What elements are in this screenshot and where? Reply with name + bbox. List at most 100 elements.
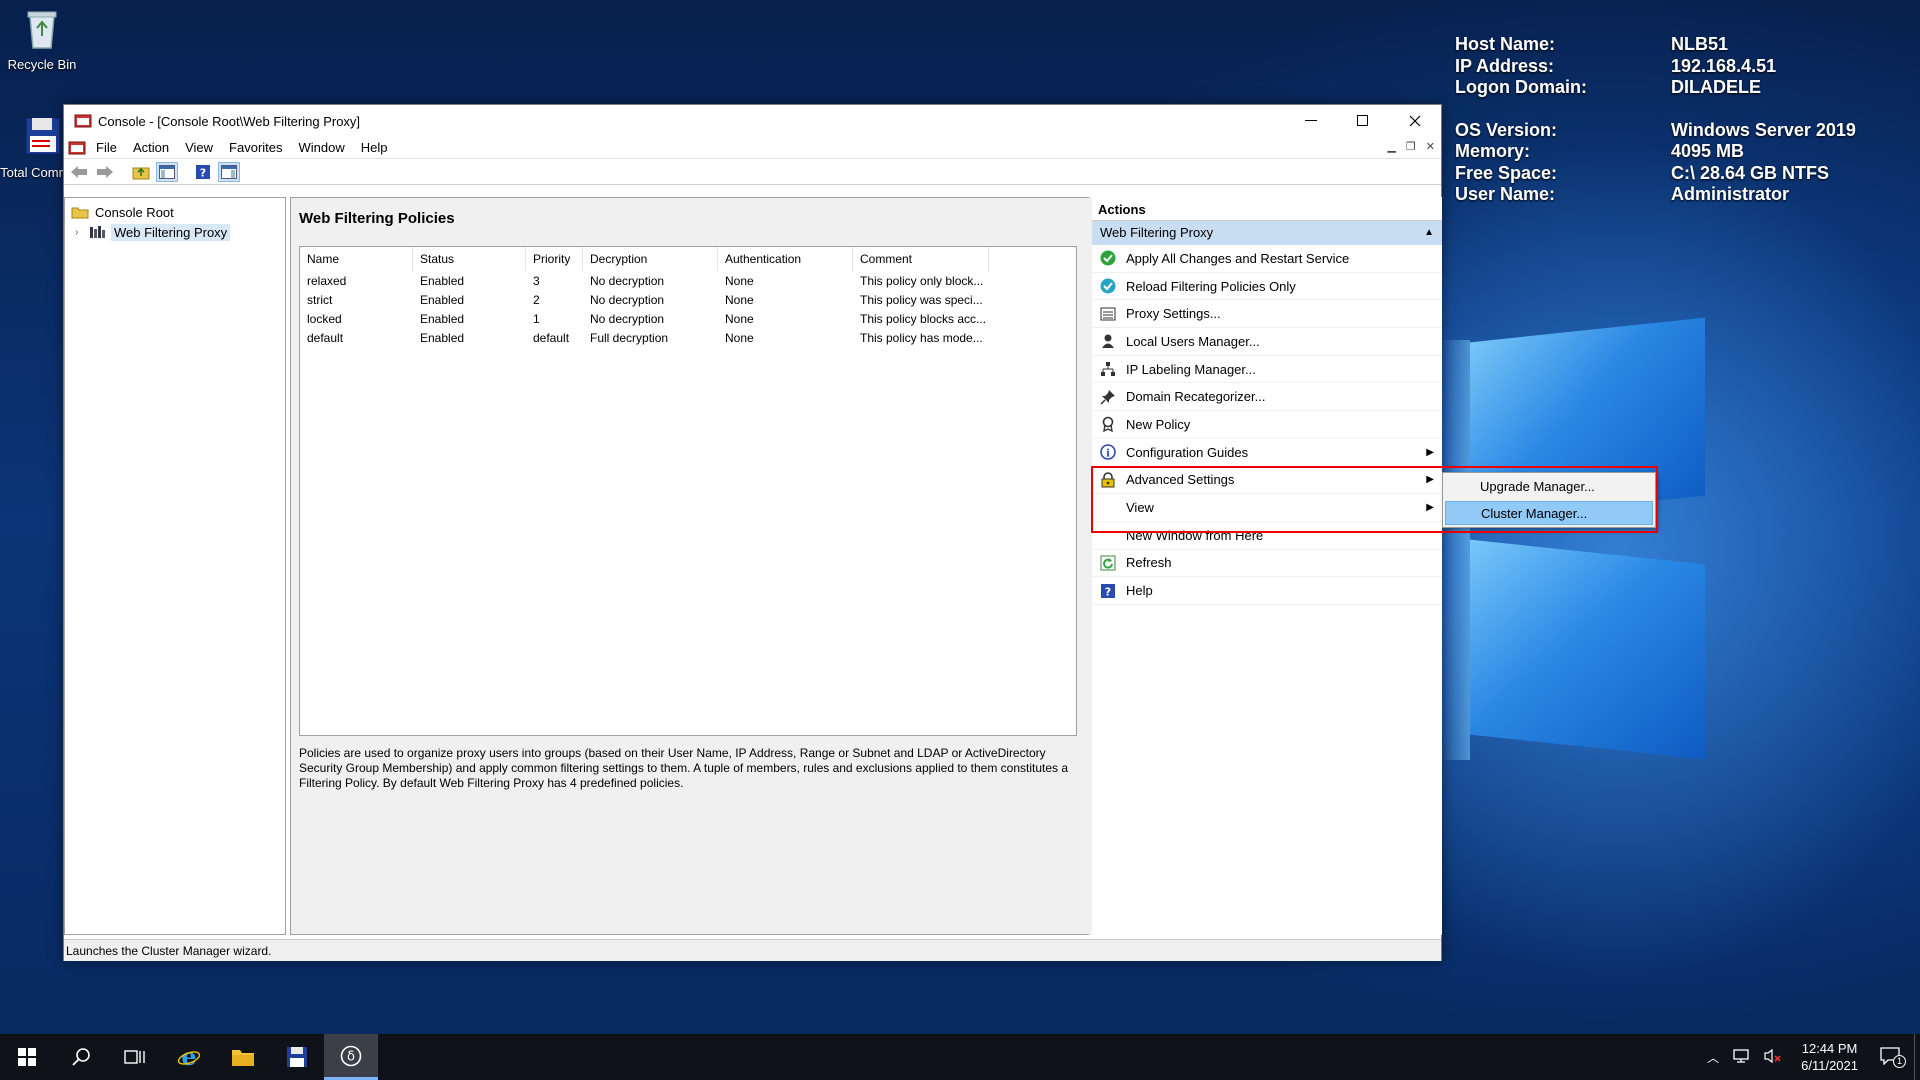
tree-node-web-filtering-proxy[interactable]: › Web Filtering Proxy bbox=[65, 222, 285, 242]
svg-text:e: e bbox=[181, 1045, 196, 1069]
action-reload-policies[interactable]: Reload Filtering Policies Only bbox=[1092, 273, 1442, 301]
menu-favorites[interactable]: Favorites bbox=[221, 140, 290, 155]
actions-pane: Actions Web Filtering Proxy ▲ Apply All … bbox=[1089, 197, 1442, 935]
window-title: Console - [Console Root\Web Filtering Pr… bbox=[98, 113, 361, 129]
menu-bar: File Action View Favorites Window Help ▁… bbox=[64, 137, 1441, 159]
delta-circle-icon: δ bbox=[340, 1045, 362, 1066]
table-row[interactable]: strict Enabled 2 No decryption None This… bbox=[300, 290, 1076, 309]
back-button[interactable] bbox=[68, 162, 90, 182]
result-pane: Web Filtering Policies Name Status Prior… bbox=[290, 197, 1090, 935]
floppy-disk-icon bbox=[25, 117, 61, 155]
svg-text:?: ? bbox=[200, 166, 206, 179]
action-advanced-settings[interactable]: Advanced Settings ▶ bbox=[1092, 467, 1442, 495]
sysinfo-row: Host Name: NLB51 bbox=[1455, 34, 1729, 54]
search-icon bbox=[72, 1048, 90, 1066]
menu-window[interactable]: Window bbox=[291, 140, 353, 155]
menu-help[interactable]: Help bbox=[353, 140, 396, 155]
table-row[interactable]: default Enabled default Full decryption … bbox=[300, 328, 1076, 347]
policies-list[interactable]: Name Status Priority Decryption Authenti… bbox=[299, 246, 1077, 736]
collapse-caret-icon[interactable]: ▲ bbox=[1424, 221, 1434, 245]
action-proxy-settings[interactable]: Proxy Settings... bbox=[1092, 300, 1442, 329]
show-hide-action-pane-button[interactable] bbox=[218, 161, 240, 182]
network-tray-icon[interactable] bbox=[1727, 1048, 1757, 1067]
bginfo-panel: Host Name: NLB51 IP Address: 192.168.4.51 … bbox=[1455, 34, 1856, 206]
console-menu-icon[interactable] bbox=[68, 140, 86, 156]
column-header-comment[interactable]: Comment bbox=[853, 247, 989, 271]
start-button[interactable] bbox=[0, 1034, 54, 1080]
tree-node-console-root[interactable]: Console Root bbox=[65, 202, 285, 222]
action-configuration-guides[interactable]: i Configuration Guides ▶ bbox=[1092, 439, 1442, 467]
action-new-window-from-here[interactable]: New Window from Here bbox=[1092, 522, 1442, 550]
submenu-arrow-icon: ▶ bbox=[1426, 502, 1434, 514]
table-row[interactable]: locked Enabled 1 No decryption None This… bbox=[300, 309, 1076, 328]
maximize-icon bbox=[1357, 115, 1368, 126]
action-new-policy[interactable]: New Policy bbox=[1092, 411, 1442, 439]
windows-logo-icon bbox=[18, 1048, 36, 1066]
menu-item-cluster-manager[interactable]: Cluster Manager... bbox=[1445, 501, 1653, 525]
column-header-priority[interactable]: Priority bbox=[526, 247, 583, 271]
desktop-icon-recycle-bin[interactable]: Recycle Bin bbox=[0, 6, 84, 72]
close-button[interactable] bbox=[1389, 105, 1441, 137]
svg-text:δ: δ bbox=[347, 1049, 355, 1064]
maximize-button[interactable] bbox=[1337, 105, 1389, 137]
actions-section-web-filtering-proxy[interactable]: Web Filtering Proxy ▲ bbox=[1092, 221, 1442, 245]
internet-explorer-icon: e bbox=[177, 1045, 201, 1069]
submenu-arrow-icon: ▶ bbox=[1426, 474, 1434, 486]
column-header-status[interactable]: Status bbox=[413, 247, 526, 271]
menu-item-upgrade-manager[interactable]: Upgrade Manager... bbox=[1445, 475, 1653, 499]
floppy-disk-icon bbox=[287, 1047, 307, 1067]
column-header-authentication[interactable]: Authentication bbox=[718, 247, 853, 271]
actions-header: Actions bbox=[1092, 199, 1442, 221]
forward-button[interactable] bbox=[94, 162, 116, 182]
action-help[interactable]: ? Help bbox=[1092, 577, 1442, 605]
list-header: Name Status Priority Decryption Authenti… bbox=[300, 247, 1076, 271]
taskbar-internet-explorer[interactable]: e bbox=[162, 1034, 216, 1080]
taskbar-file-explorer[interactable] bbox=[216, 1034, 270, 1080]
column-header-decryption[interactable]: Decryption bbox=[583, 247, 718, 271]
show-desktop-button[interactable] bbox=[1914, 1034, 1920, 1080]
help-icon: ? bbox=[1098, 582, 1118, 600]
menu-file[interactable]: File bbox=[88, 140, 125, 155]
network-icon bbox=[1098, 360, 1118, 378]
mdi-minimize-icon[interactable]: ▁ bbox=[1387, 140, 1395, 153]
submenu-arrow-icon: ▶ bbox=[1426, 446, 1434, 458]
taskbar-total-commander[interactable] bbox=[270, 1034, 324, 1080]
action-refresh[interactable]: Refresh bbox=[1092, 550, 1442, 578]
tree-expand-icon[interactable]: › bbox=[75, 227, 89, 238]
console-tree-icon bbox=[159, 164, 175, 179]
column-header-name[interactable]: Name bbox=[300, 247, 413, 271]
task-view-button[interactable] bbox=[108, 1034, 162, 1080]
taskbar-clock[interactable]: 12:44 PM 6/11/2021 bbox=[1789, 1040, 1870, 1074]
reload-icon bbox=[1098, 277, 1118, 295]
sysinfo-row: OS Version: Windows Server 2019 bbox=[1455, 119, 1856, 140]
sysinfo-row: User Name: Administrator bbox=[1455, 184, 1790, 204]
mdi-restore-icon[interactable]: ❐ bbox=[1406, 140, 1416, 153]
table-row[interactable]: relaxed Enabled 3 No decryption None Thi… bbox=[300, 271, 1076, 290]
menu-action[interactable]: Action bbox=[125, 140, 177, 155]
action-local-users-manager[interactable]: Local Users Manager... bbox=[1092, 328, 1442, 356]
user-icon bbox=[1098, 332, 1118, 350]
show-hidden-icons-chevron-up-icon[interactable]: ︿ bbox=[1699, 1049, 1727, 1066]
taskbar-console-app[interactable]: δ bbox=[324, 1034, 378, 1080]
search-button[interactable] bbox=[54, 1034, 108, 1080]
menu-view[interactable]: View bbox=[177, 140, 221, 155]
title-bar[interactable]: Console - [Console Root\Web Filtering Pr… bbox=[64, 105, 1441, 137]
mmc-console-window: Console - [Console Root\Web Filtering Pr… bbox=[63, 104, 1442, 961]
minimize-button[interactable] bbox=[1285, 105, 1337, 137]
check-circle-icon bbox=[1098, 249, 1118, 267]
volume-muted-icon[interactable] bbox=[1757, 1048, 1789, 1067]
wallpaper-pane bbox=[1470, 539, 1705, 760]
show-hide-tree-button[interactable] bbox=[156, 161, 178, 182]
recycle-bin-icon bbox=[27, 11, 57, 49]
action-domain-recategorizer[interactable]: Domain Recategorizer... bbox=[1092, 383, 1442, 412]
desktop-icon-label: Recycle Bin bbox=[7, 57, 77, 72]
action-view[interactable]: View ▶ bbox=[1092, 494, 1442, 522]
status-bar: Launches the Cluster Manager wizard. bbox=[64, 939, 1441, 961]
desktop: Recycle Bin Total Comman Host Name: NLB51… bbox=[0, 0, 1920, 1034]
up-one-level-button[interactable] bbox=[130, 162, 152, 182]
mdi-close-icon[interactable]: ✕ bbox=[1426, 140, 1435, 153]
action-ip-labeling-manager[interactable]: IP Labeling Manager... bbox=[1092, 356, 1442, 384]
action-center-button[interactable]: 1 bbox=[1870, 1046, 1914, 1068]
action-apply-all-changes[interactable]: Apply All Changes and Restart Service bbox=[1092, 245, 1442, 273]
help-toolbar-button[interactable]: ? bbox=[192, 162, 214, 182]
